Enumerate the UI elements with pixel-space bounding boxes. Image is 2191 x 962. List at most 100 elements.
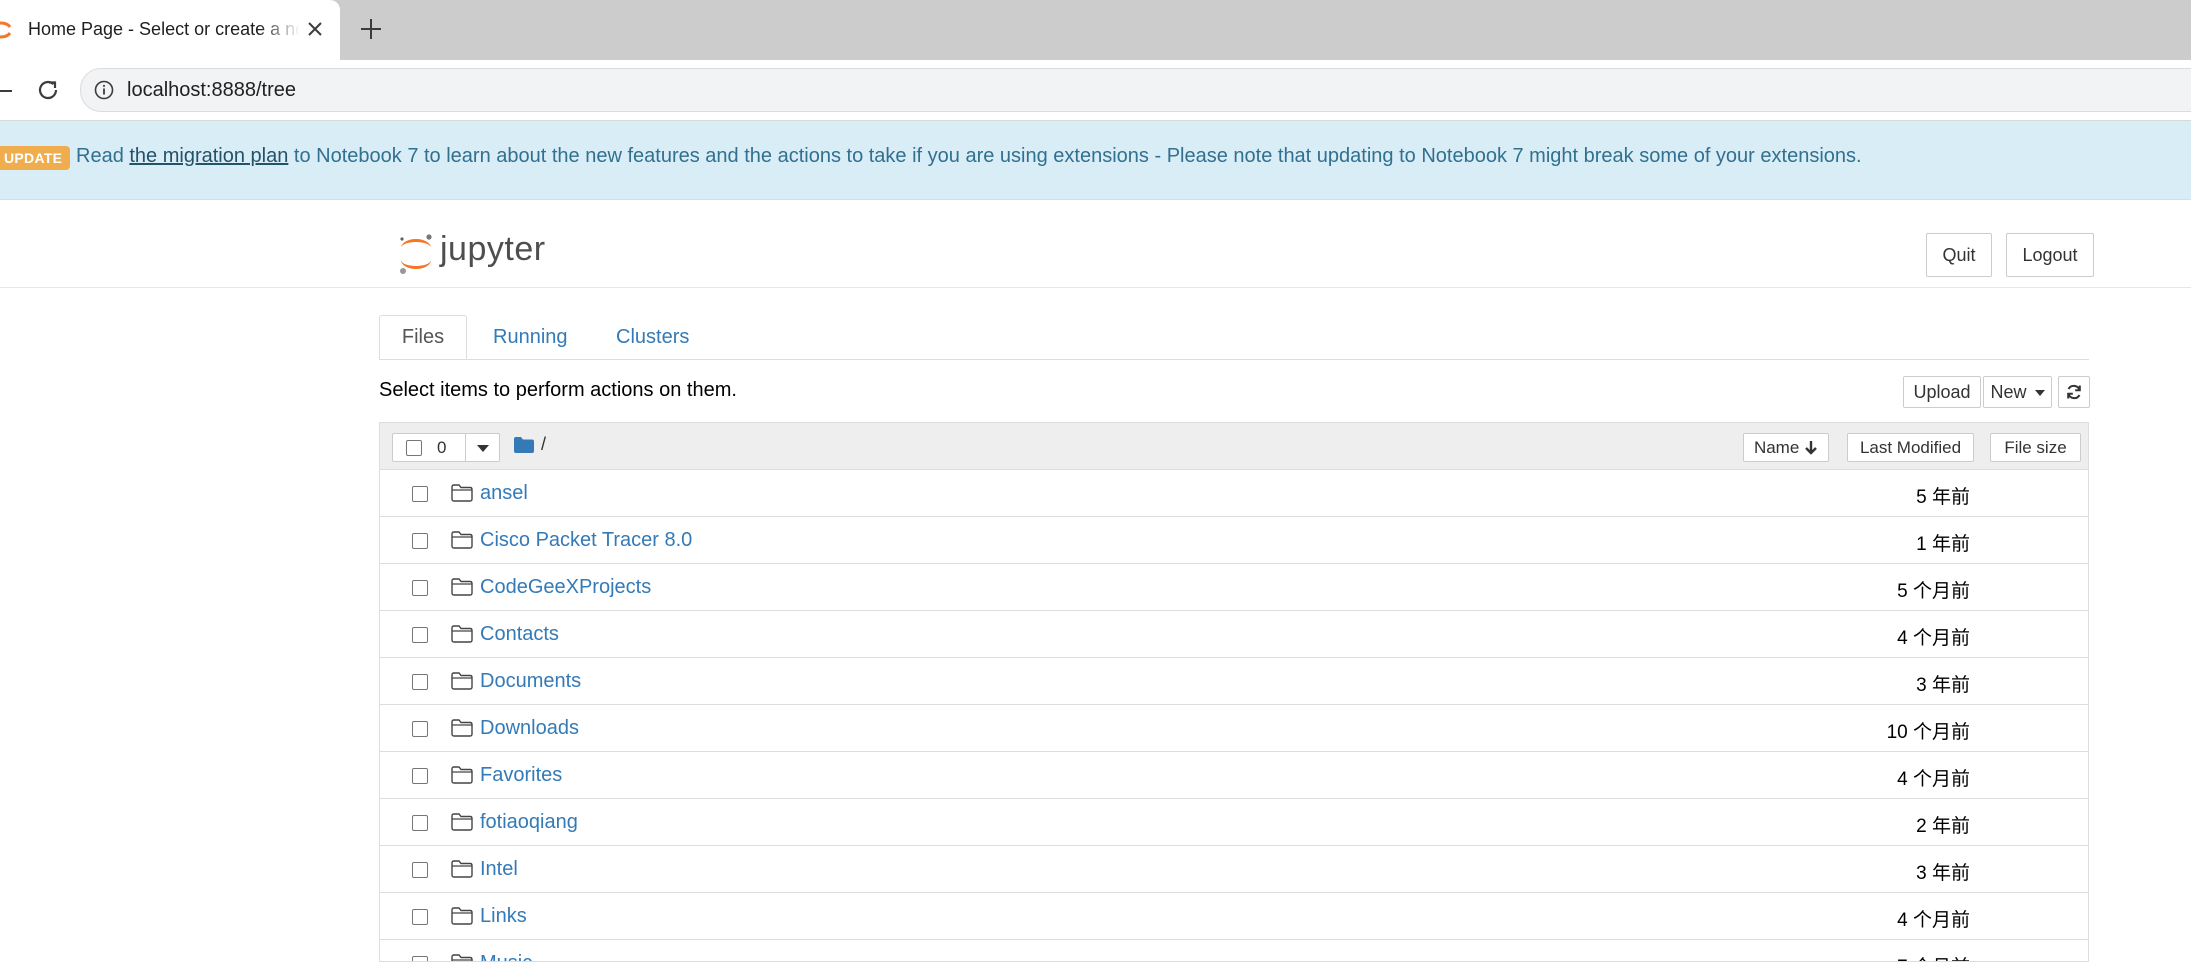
browser-tab[interactable]: Home Page - Select or create a notebook: [0, 0, 340, 60]
update-banner: UPDATE Read the migration plan to Notebo…: [0, 121, 2191, 200]
file-name-link[interactable]: fotiaoqiang: [480, 811, 578, 834]
address-bar[interactable]: localhost:8888/tree: [80, 68, 2191, 112]
row-checkbox[interactable]: [412, 486, 428, 502]
banner-message: Read the migration plan to Notebook 7 to…: [76, 145, 1862, 168]
new-tab-plus-icon[interactable]: [356, 14, 386, 44]
file-name-link[interactable]: Links: [480, 905, 527, 928]
url-text: localhost:8888/tree: [127, 79, 297, 101]
folder-icon: [451, 813, 473, 831]
tab-files[interactable]: Files: [379, 315, 467, 359]
site-info-icon[interactable]: [93, 79, 115, 101]
folder-icon: [451, 907, 473, 925]
folder-icon: [451, 860, 473, 878]
jupyter-header: jupyter Quit Logout: [0, 199, 2191, 288]
row-checkbox[interactable]: [412, 627, 428, 643]
close-tab-icon[interactable]: [302, 16, 328, 42]
select-all-group: 0: [392, 433, 500, 462]
file-name-link[interactable]: ansel: [480, 482, 528, 505]
folder-icon: [451, 719, 473, 737]
file-name-link[interactable]: CodeGeeXProjects: [480, 576, 651, 599]
tab-clusters[interactable]: Clusters: [616, 315, 689, 359]
last-modified: 4 个月前: [1897, 769, 1970, 790]
row-checkbox[interactable]: [412, 674, 428, 690]
row-checkbox[interactable]: [412, 580, 428, 596]
new-dropdown-button[interactable]: New: [1983, 376, 2052, 408]
browser-toolbar: localhost:8888/tree: [0, 60, 2191, 121]
file-row[interactable]: Cisco Packet Tracer 8.0 1 年前: [380, 517, 2088, 564]
sort-by-name-button[interactable]: Name: [1743, 433, 1829, 462]
jupyter-logo-icon[interactable]: [396, 231, 436, 277]
file-row[interactable]: fotiaoqiang 2 年前: [380, 799, 2088, 846]
last-modified: 4 个月前: [1897, 628, 1970, 649]
browser-tab-strip: Home Page - Select or create a notebook: [0, 0, 2191, 60]
sort-by-modified-button[interactable]: Last Modified: [1847, 433, 1974, 462]
banner-text-after: to Notebook 7 to learn about the new fea…: [288, 145, 1862, 167]
file-row[interactable]: Documents 3 年前: [380, 658, 2088, 705]
quit-button[interactable]: Quit: [1926, 233, 1992, 277]
folder-icon: [451, 672, 473, 690]
banner-text-before: Read: [76, 145, 130, 167]
folder-icon: [451, 578, 473, 596]
caret-down-icon: [2034, 390, 2045, 397]
sort-by-size-button[interactable]: File size: [1990, 433, 2081, 462]
migration-plan-link[interactable]: the migration plan: [129, 145, 288, 167]
jupyter-favicon-icon: [0, 21, 12, 39]
selection-hint: Select items to perform actions on them.: [379, 379, 737, 401]
refresh-button[interactable]: [2058, 376, 2090, 408]
last-modified: 4 个月前: [1897, 910, 1970, 931]
last-modified: 7 个月前: [1897, 952, 1970, 961]
refresh-icon: [2067, 384, 2081, 400]
folder-icon: [451, 766, 473, 784]
selected-count: 0: [437, 438, 447, 457]
file-list-header: 0 / Name Last Modified File size: [380, 423, 2088, 470]
current-path[interactable]: /: [541, 434, 546, 455]
row-checkbox[interactable]: [412, 909, 428, 925]
back-arrow-icon[interactable]: [0, 80, 14, 102]
last-modified: 3 年前: [1916, 863, 1970, 884]
file-name-link[interactable]: Music: [480, 952, 532, 961]
browser-tab-title: Home Page - Select or create a notebook: [28, 19, 300, 39]
file-row[interactable]: Contacts 4 个月前: [380, 611, 2088, 658]
row-checkbox[interactable]: [412, 768, 428, 784]
reload-icon[interactable]: [34, 76, 62, 104]
dashboard-tabs: Files Running Clusters: [379, 315, 2089, 360]
jupyter-logo-text[interactable]: jupyter: [440, 230, 546, 269]
file-name-link[interactable]: Contacts: [480, 623, 559, 646]
row-checkbox[interactable]: [412, 862, 428, 878]
folder-icon: [451, 954, 473, 961]
logout-button[interactable]: Logout: [2006, 233, 2094, 277]
last-modified: 3 年前: [1916, 675, 1970, 696]
file-name-link[interactable]: Documents: [480, 670, 581, 693]
file-row[interactable]: Links 4 个月前: [380, 893, 2088, 940]
select-menu-caret-icon[interactable]: [477, 445, 489, 452]
arrow-down-icon: [1805, 441, 1817, 455]
upload-button[interactable]: Upload: [1903, 376, 1981, 408]
select-divider: [465, 434, 466, 461]
file-row[interactable]: CodeGeeXProjects 5 个月前: [380, 564, 2088, 611]
last-modified: 5 个月前: [1897, 581, 1970, 602]
file-name-link[interactable]: Downloads: [480, 717, 579, 740]
row-checkbox[interactable]: [412, 721, 428, 737]
folder-solid-icon[interactable]: [514, 437, 534, 453]
row-checkbox[interactable]: [412, 956, 428, 961]
last-modified: 1 年前: [1916, 534, 1970, 555]
file-name-link[interactable]: Intel: [480, 858, 518, 881]
select-all-checkbox[interactable]: [406, 440, 422, 456]
file-name-link[interactable]: Cisco Packet Tracer 8.0: [480, 529, 692, 552]
new-button-label: New: [1990, 382, 2027, 402]
file-name-link[interactable]: Favorites: [480, 764, 562, 787]
last-modified: 10 个月前: [1886, 722, 1970, 743]
sort-name-label: Name: [1753, 438, 1800, 457]
row-checkbox[interactable]: [412, 533, 428, 549]
file-row[interactable]: Intel 3 年前: [380, 846, 2088, 893]
last-modified: 2 年前: [1916, 816, 1970, 837]
folder-icon: [451, 484, 473, 502]
folder-icon: [451, 625, 473, 643]
file-row[interactable]: Downloads 10 个月前: [380, 705, 2088, 752]
file-row[interactable]: Favorites 4 个月前: [380, 752, 2088, 799]
tab-running[interactable]: Running: [493, 315, 568, 359]
folder-icon: [451, 531, 473, 549]
file-row[interactable]: ansel 5 年前: [380, 470, 2088, 517]
row-checkbox[interactable]: [412, 815, 428, 831]
file-row[interactable]: Music 7 个月前: [380, 940, 2088, 961]
